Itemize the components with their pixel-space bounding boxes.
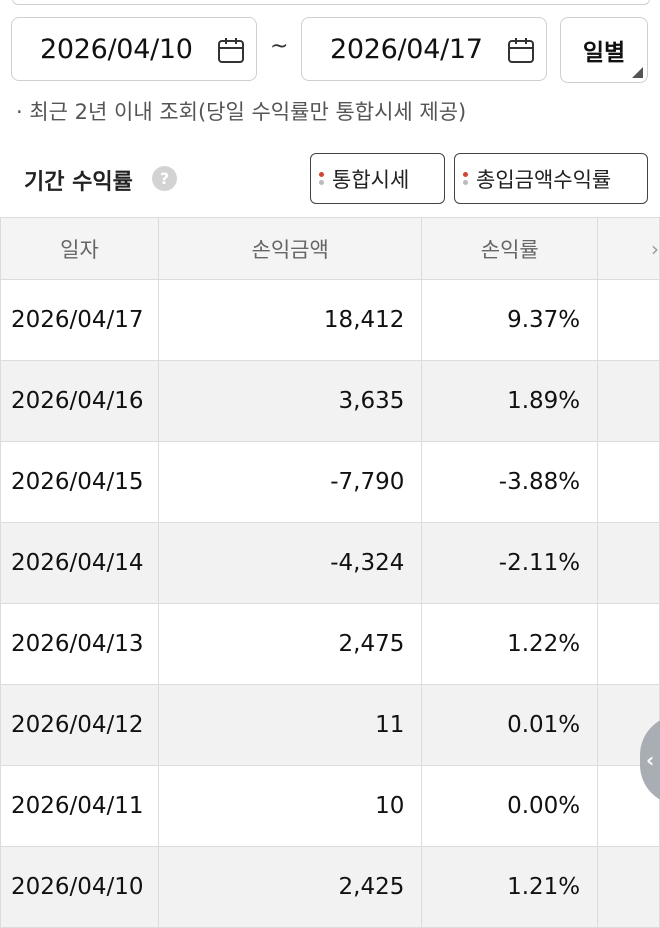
table-row: 2026/04/14 -4,324 -2.11% — [0, 522, 660, 604]
row-rate: 0.01% — [421, 684, 599, 766]
period-select-button[interactable]: 일별 — [560, 17, 648, 83]
table-row: 2026/04/10 2,425 1.21% — [0, 846, 660, 928]
dropdown-corner-icon — [632, 67, 643, 78]
collapsed-panel-edge — [12, 0, 650, 5]
period-label: 일별 — [582, 40, 626, 66]
start-date-field[interactable]: 2026/04/10 — [11, 17, 257, 81]
section-title: 기간 수익률 — [24, 170, 133, 195]
row-extra — [597, 279, 660, 361]
integrated-price-button[interactable]: 통합시세 — [310, 153, 445, 204]
tag-label: 총입금액수익률 — [476, 167, 612, 192]
row-amount: 3,635 — [157, 360, 423, 442]
row-rate: 0.00% — [421, 765, 599, 847]
row-rate: 1.22% — [421, 603, 599, 685]
row-amount: 2,475 — [157, 603, 423, 685]
header-amount: 손익금액 — [157, 217, 423, 280]
table-row: 2026/04/16 3,635 1.89% — [0, 360, 660, 442]
row-date: 2026/04/12 — [0, 684, 159, 766]
row-date: 2026/04/16 — [0, 360, 159, 442]
header-rate: 손익률 — [421, 217, 599, 280]
row-extra — [597, 360, 660, 442]
row-amount: 18,412 — [157, 279, 423, 361]
dot-indicator-icon — [463, 172, 468, 185]
table-row: 2026/04/15 -7,790 -3.88% — [0, 441, 660, 523]
row-rate: 1.21% — [421, 846, 599, 928]
row-date: 2026/04/11 — [0, 765, 159, 847]
row-date: 2026/04/15 — [0, 441, 159, 523]
tag-label: 통합시세 — [332, 167, 410, 192]
end-date-field[interactable]: 2026/04/17 — [301, 17, 547, 81]
chevron-left-icon: ‹ — [646, 748, 655, 772]
row-amount: 11 — [157, 684, 423, 766]
row-date: 2026/04/17 — [0, 279, 159, 361]
calendar-icon[interactable] — [506, 35, 536, 65]
table-row: 2026/04/12 11 0.01% — [0, 684, 660, 766]
start-date-value: 2026/04/10 — [40, 33, 193, 65]
returns-table: 일자 손익금액 손익률 › 2026/04/17 18,412 9.37% 20… — [0, 217, 660, 928]
date-range-separator: ~ — [270, 34, 289, 59]
query-notice: · 최근 2년 이내 조회(당일 수익률만 통합시세 제공) — [16, 100, 467, 124]
table-row: 2026/04/11 10 0.00% — [0, 765, 660, 847]
end-date-value: 2026/04/17 — [330, 33, 483, 65]
row-extra — [597, 441, 660, 523]
chevron-right-icon[interactable]: › — [597, 217, 660, 280]
row-rate: 9.37% — [421, 279, 599, 361]
table-row: 2026/04/17 18,412 9.37% — [0, 279, 660, 361]
row-amount: -7,790 — [157, 441, 423, 523]
total-deposit-return-button[interactable]: 총입금액수익률 — [454, 153, 648, 204]
dot-indicator-icon — [319, 172, 324, 185]
row-rate: -3.88% — [421, 441, 599, 523]
row-amount: 2,425 — [157, 846, 423, 928]
row-date: 2026/04/14 — [0, 522, 159, 604]
table-row: 2026/04/13 2,475 1.22% — [0, 603, 660, 685]
calendar-icon[interactable] — [216, 35, 246, 65]
row-extra — [597, 603, 660, 685]
row-amount: -4,324 — [157, 522, 423, 604]
row-rate: -2.11% — [421, 522, 599, 604]
row-date: 2026/04/10 — [0, 846, 159, 928]
row-extra — [597, 522, 660, 604]
row-rate: 1.89% — [421, 360, 599, 442]
table-header-row: 일자 손익금액 손익률 › — [0, 217, 660, 280]
row-date: 2026/04/13 — [0, 603, 159, 685]
help-icon[interactable]: ? — [152, 166, 177, 191]
row-amount: 10 — [157, 765, 423, 847]
header-date: 일자 — [0, 217, 159, 280]
row-extra — [597, 846, 660, 928]
